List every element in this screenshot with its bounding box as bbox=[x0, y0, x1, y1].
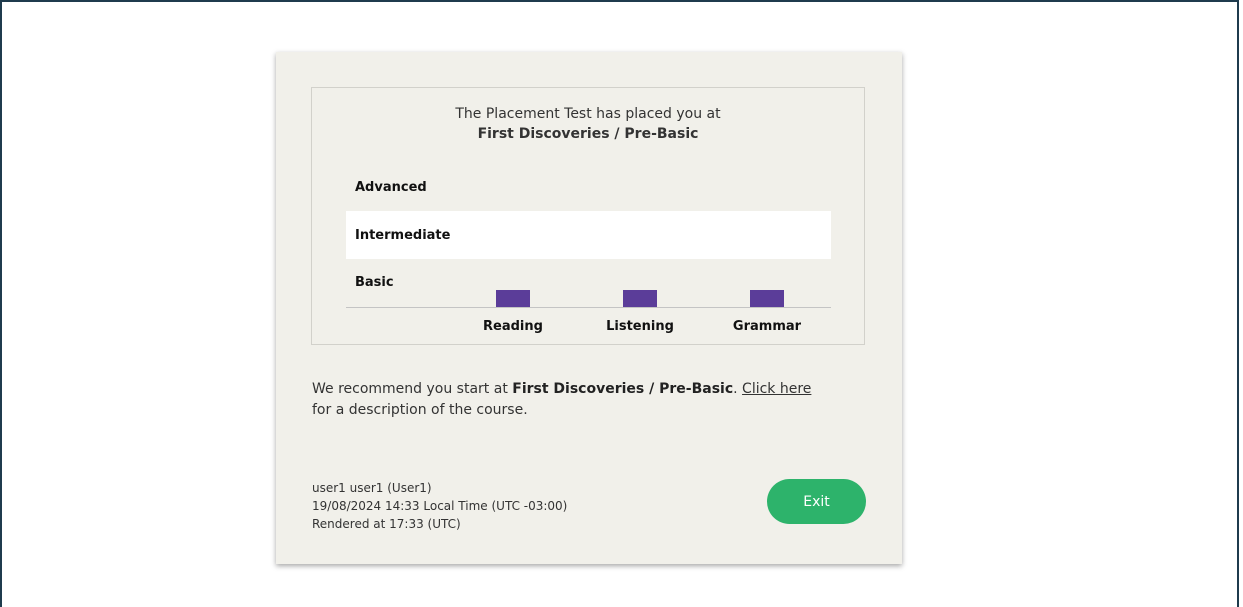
recommendation-text: We recommend you start at First Discover… bbox=[312, 379, 872, 421]
level-label-intermediate: Intermediate bbox=[355, 228, 451, 243]
skill-label-reading: Reading bbox=[483, 319, 543, 334]
skill-label-grammar: Grammar bbox=[732, 319, 802, 334]
placement-intro: The Placement Test has placed you at bbox=[455, 106, 721, 122]
user-name: user1 user1 (User1) bbox=[312, 481, 432, 495]
recommendation-separator: . bbox=[733, 381, 743, 397]
placement-chart: The Placement Test has placed you at Fir… bbox=[311, 87, 865, 345]
recommendation-suffix: for a description of the course. bbox=[312, 402, 528, 418]
rendered-time: Rendered at 17:33 (UTC) bbox=[312, 517, 461, 531]
placement-course: First Discoveries / Pre-Basic bbox=[477, 126, 699, 142]
bar-reading bbox=[496, 290, 530, 307]
level-label-advanced: Advanced bbox=[355, 180, 427, 195]
bar-grammar bbox=[750, 290, 784, 307]
course-description-link[interactable]: Click here bbox=[742, 381, 811, 397]
chart-baseline bbox=[346, 307, 831, 308]
exit-button[interactable]: Exit bbox=[767, 479, 866, 524]
recommendation-prefix: We recommend you start at bbox=[312, 381, 513, 397]
skill-label-listening: Listening bbox=[606, 319, 674, 334]
level-label-basic: Basic bbox=[355, 275, 394, 290]
local-time: 19/08/2024 14:33 Local Time (UTC -03:00) bbox=[312, 499, 568, 513]
recommendation-course: First Discoveries / Pre-Basic bbox=[512, 381, 734, 397]
results-card: The Placement Test has placed you at Fir… bbox=[276, 52, 902, 564]
session-info: user1 user1 (User1) 19/08/2024 14:33 Loc… bbox=[312, 479, 567, 533]
bar-listening bbox=[623, 290, 657, 307]
